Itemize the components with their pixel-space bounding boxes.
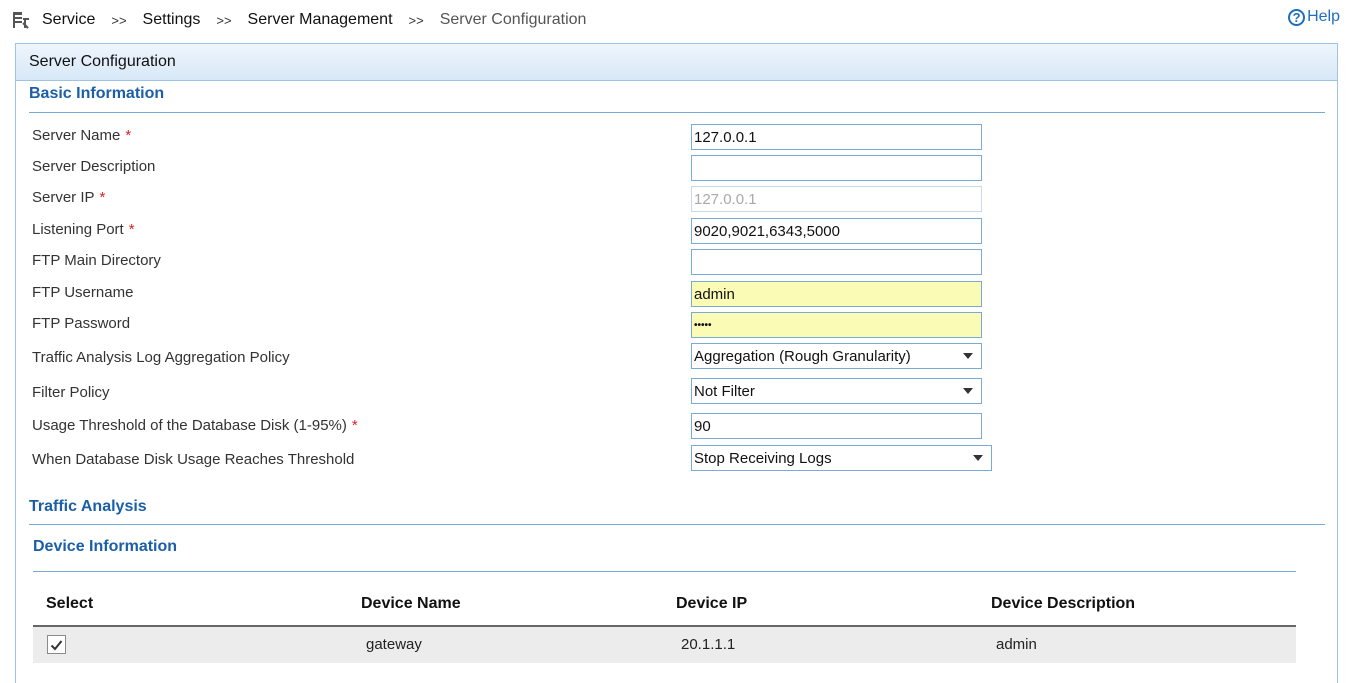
- ftp-username-input[interactable]: admin: [691, 281, 982, 307]
- table-header: Select Device Name Device IP Device Desc…: [33, 572, 1296, 627]
- basic-information-title: Basic Information: [29, 85, 165, 102]
- ftp-password-label: FTP Password: [32, 315, 131, 332]
- server-name-label: Server Name *: [32, 127, 132, 144]
- required-marker: *: [99, 189, 106, 206]
- threshold-action-select[interactable]: Stop Receiving Logs: [691, 445, 992, 471]
- breadcrumb-item-server-configuration: Server Configuration: [439, 11, 587, 28]
- chevron-down-icon: [963, 388, 973, 394]
- usage-threshold-input[interactable]: 90: [691, 413, 982, 439]
- required-marker: *: [128, 221, 135, 238]
- checkmark-icon: [50, 639, 63, 650]
- ftp-main-directory-input[interactable]: [691, 249, 982, 275]
- traffic-analysis-title: Traffic Analysis: [29, 498, 147, 515]
- breadcrumb-separator: >>: [111, 12, 127, 28]
- filter-policy-select[interactable]: Not Filter: [691, 378, 982, 404]
- column-header-device-description: Device Description: [991, 595, 1136, 612]
- aggregation-policy-label: Traffic Analysis Log Aggregation Policy: [32, 349, 290, 366]
- section-divider: [29, 112, 1325, 113]
- server-description-input[interactable]: [691, 155, 982, 181]
- table-row[interactable]: gateway 20.1.1.1 admin: [33, 627, 1296, 663]
- listening-port-label: Listening Port *: [32, 221, 135, 238]
- row-select-checkbox[interactable]: [47, 635, 66, 654]
- breadcrumb-item-server-management[interactable]: Server Management: [248, 11, 393, 29]
- panel-header: Server Configuration: [16, 44, 1337, 81]
- device-table: Select Device Name Device IP Device Desc…: [33, 571, 1296, 663]
- listening-port-input[interactable]: 9020,9021,6343,5000: [691, 218, 982, 244]
- help-label: Help: [1307, 8, 1340, 25]
- settings-service-icon: [10, 9, 32, 31]
- chevron-down-icon: [963, 353, 973, 359]
- device-name-cell: gateway: [366, 636, 422, 653]
- ftp-username-label: FTP Username: [32, 284, 134, 301]
- usage-threshold-label: Usage Threshold of the Database Disk (1-…: [32, 417, 358, 434]
- breadcrumb-separator: >>: [216, 12, 232, 28]
- server-configuration-panel: Server Configuration Basic Information S…: [15, 43, 1338, 683]
- breadcrumb-item-service[interactable]: Service: [42, 11, 95, 29]
- chevron-down-icon: [973, 455, 983, 461]
- aggregation-policy-value: Aggregation (Rough Granularity): [694, 347, 911, 365]
- server-description-label: Server Description: [32, 158, 156, 175]
- aggregation-policy-select[interactable]: Aggregation (Rough Granularity): [691, 343, 982, 369]
- filter-policy-value: Not Filter: [694, 382, 755, 400]
- threshold-action-value: Stop Receiving Logs: [694, 449, 832, 467]
- server-name-input[interactable]: 127.0.0.1: [691, 124, 982, 150]
- required-marker: *: [351, 417, 358, 434]
- help-link[interactable]: ? Help: [1288, 8, 1340, 26]
- breadcrumb-separator: >>: [408, 12, 424, 28]
- help-icon: ?: [1288, 8, 1306, 26]
- server-ip-label: Server IP *: [32, 189, 106, 206]
- ftp-main-directory-label: FTP Main Directory: [32, 252, 161, 269]
- breadcrumb: Service >> Settings >> Server Management…: [10, 6, 586, 34]
- section-divider: [29, 524, 1325, 525]
- filter-policy-label: Filter Policy: [32, 384, 110, 401]
- breadcrumb-item-settings[interactable]: Settings: [143, 11, 201, 29]
- column-header-device-name: Device Name: [361, 595, 461, 612]
- device-ip-cell: 20.1.1.1: [681, 636, 736, 653]
- threshold-action-label: When Database Disk Usage Reaches Thresho…: [32, 451, 355, 468]
- ftp-password-input[interactable]: •••••: [691, 312, 982, 338]
- server-ip-input: 127.0.0.1: [691, 186, 982, 212]
- column-header-device-ip: Device IP: [676, 595, 748, 612]
- column-header-select: Select: [46, 595, 94, 612]
- device-description-cell: admin: [996, 636, 1037, 653]
- panel-title: Server Configuration: [29, 53, 176, 70]
- password-mask: •••••: [694, 319, 712, 331]
- device-information-title: Device Information: [33, 538, 178, 555]
- required-marker: *: [125, 127, 132, 144]
